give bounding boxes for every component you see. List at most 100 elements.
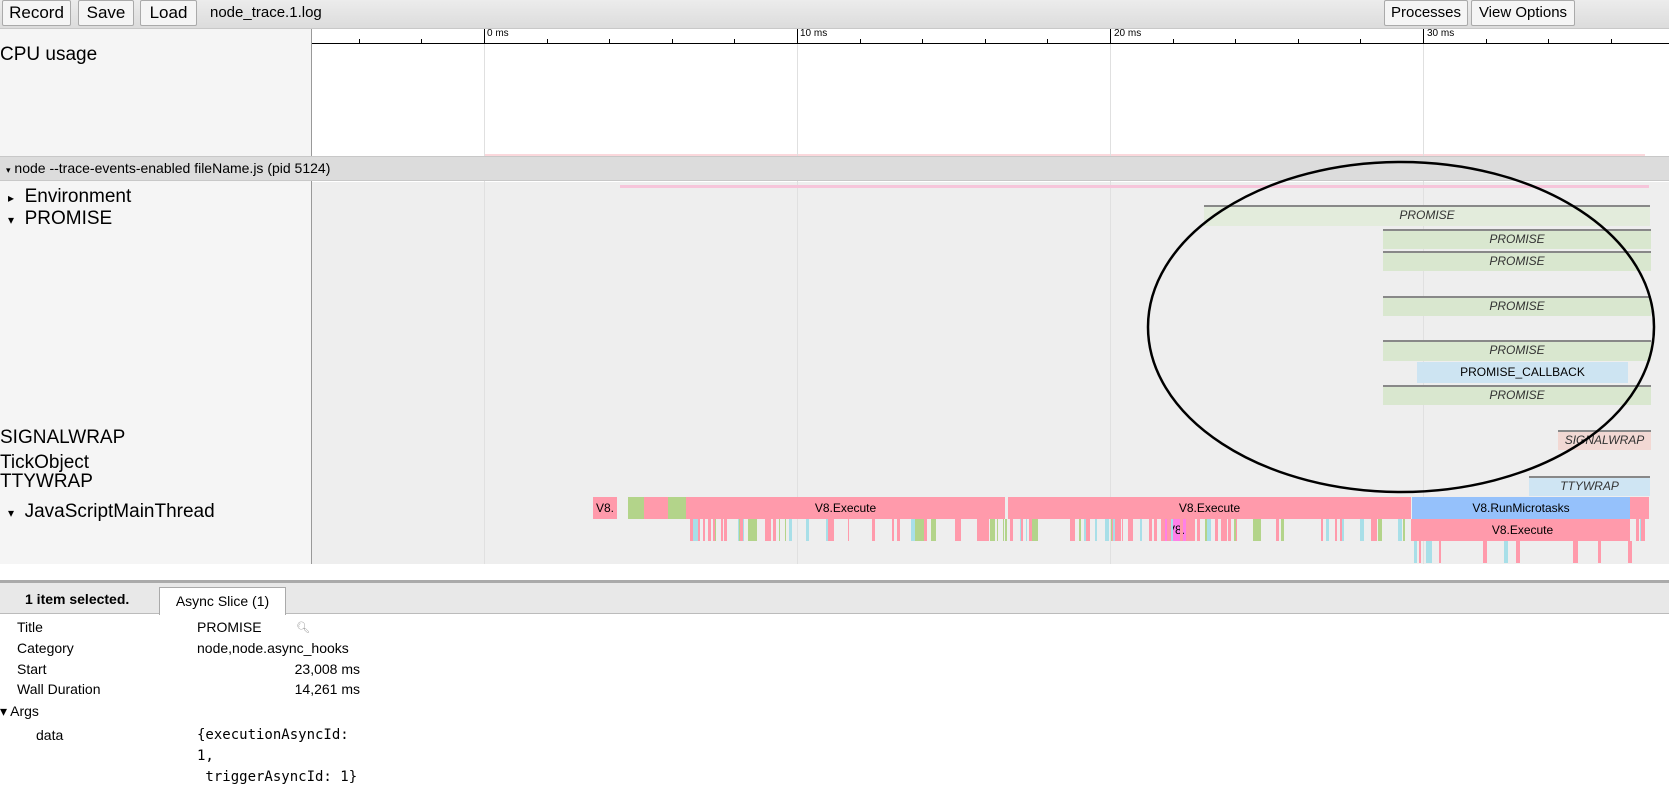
slice[interactable]: PROMISE [1383,251,1651,271]
collapse-triangle-icon[interactable]: ▾ [8,213,14,227]
tab-async-slice[interactable]: Async Slice (1) [159,587,286,615]
sample-mark[interactable] [872,519,875,541]
sample-mark[interactable] [721,519,723,541]
slice[interactable]: V8. [593,497,617,519]
slice[interactable]: V8.Execute [1008,497,1411,519]
sample-mark[interactable] [703,519,705,541]
sample-mark[interactable] [690,519,693,541]
slice[interactable]: V8.Execute [1415,519,1630,541]
search-icon[interactable]: 🔍︎ [296,621,310,634]
sample-mark[interactable] [1573,541,1578,563]
sample-mark[interactable] [1419,541,1421,563]
sample-mark[interactable] [1628,541,1632,563]
sample-mark[interactable] [1321,519,1323,541]
slice[interactable]: TTYWRAP [1529,476,1650,496]
sample-mark[interactable] [1070,519,1075,541]
sample-mark[interactable] [1636,519,1639,541]
sample-mark[interactable] [983,519,989,541]
sample-mark[interactable] [1504,541,1508,563]
sample-mark[interactable] [831,519,834,541]
processes-button[interactable]: Processes [1384,0,1468,26]
environment-track-label[interactable]: ▸ Environment [8,186,131,208]
sample-mark[interactable] [1414,541,1417,563]
slice[interactable] [628,497,644,519]
sample-mark[interactable] [1276,519,1279,541]
sample-mark[interactable] [1598,541,1601,563]
sample-mark[interactable] [1426,541,1432,563]
sample-mark[interactable] [1326,519,1329,541]
sample-mark[interactable] [806,519,809,541]
sample-mark[interactable] [997,519,998,541]
view-options-button[interactable]: View Options [1471,0,1575,26]
sample-mark[interactable] [1439,541,1441,563]
slice[interactable]: V8.Execute [686,497,1005,519]
sample-mark[interactable] [708,519,711,541]
sample-mark[interactable] [1403,519,1405,541]
sample-mark[interactable] [924,519,927,541]
expand-triangle-icon[interactable]: ▸ [8,191,14,205]
sample-mark[interactable] [1228,519,1231,541]
sample-mark[interactable] [1167,519,1170,541]
sample-mark[interactable] [693,519,698,541]
sample-mark[interactable] [773,519,776,541]
args-toggle[interactable]: ▾ Args [0,703,39,720]
sample-mark[interactable] [1079,519,1081,541]
slice[interactable] [668,497,686,519]
sample-mark[interactable] [1095,519,1097,541]
sample-mark[interactable] [1086,519,1090,541]
sample-mark[interactable] [1253,519,1257,541]
sample-mark[interactable] [1516,541,1520,563]
sample-mark[interactable] [789,519,792,541]
sample-mark[interactable] [1399,519,1402,541]
sample-mark[interactable] [754,519,757,541]
collapse-triangle-icon[interactable]: ▾ [8,506,14,520]
slice[interactable] [644,497,668,519]
sample-mark[interactable] [1234,519,1236,541]
sample-mark[interactable] [1335,519,1337,541]
sample-mark[interactable] [1483,541,1487,563]
sample-mark[interactable] [955,519,959,541]
sample-mark[interactable] [848,519,849,541]
sample-mark[interactable] [1021,519,1023,541]
slice[interactable]: SIGNALWRAP [1558,430,1651,450]
sample-mark[interactable] [779,519,780,541]
sample-mark[interactable] [1281,519,1284,541]
sample-mark[interactable] [1191,519,1195,541]
sample-mark[interactable] [1378,519,1382,541]
sample-mark[interactable] [1005,519,1007,541]
slice[interactable]: PROMISE [1383,296,1651,316]
sample-mark[interactable] [1115,519,1119,541]
sample-mark[interactable] [1154,519,1157,541]
sample-mark[interactable] [1149,519,1152,541]
sample-mark[interactable] [1340,519,1342,541]
sample-mark[interactable] [740,519,743,541]
sample-mark[interactable] [1215,519,1218,541]
sample-mark[interactable] [1360,519,1364,541]
sample-mark[interactable] [1197,519,1200,541]
sample-mark[interactable] [1033,519,1038,541]
sample-mark[interactable] [1026,519,1027,541]
sample-mark[interactable] [990,519,995,541]
slice[interactable]: PROMISE [1204,205,1650,226]
slice[interactable]: V8.RunMicrotasks [1412,497,1630,519]
sample-mark[interactable] [1105,519,1109,541]
promise-track-label[interactable]: ▾ PROMISE [8,208,112,230]
slice[interactable]: PROMISE [1383,229,1651,249]
sample-mark[interactable] [911,519,915,541]
sample-mark[interactable] [1029,519,1030,541]
collapse-triangle-icon[interactable]: ▾ [6,165,11,175]
slice[interactable]: PROMISE_CALLBACK [1417,362,1628,383]
sample-mark[interactable] [1003,519,1004,541]
main-thread-label[interactable]: ▾ JavaScriptMainThread [8,501,215,523]
sample-mark[interactable] [977,519,983,541]
sample-mark[interactable] [1140,519,1142,541]
slice[interactable]: PROMISE [1383,385,1651,405]
process-header[interactable]: ▾ node --trace-events-enabled fileName.j… [0,156,1669,181]
sample-mark[interactable] [1411,519,1416,541]
slice[interactable]: PROMISE [1383,340,1651,361]
slice[interactable] [1630,497,1649,519]
sample-mark[interactable] [1186,519,1191,541]
sample-mark[interactable] [770,519,771,541]
sample-mark[interactable] [1122,519,1123,541]
sample-mark[interactable] [713,519,715,541]
